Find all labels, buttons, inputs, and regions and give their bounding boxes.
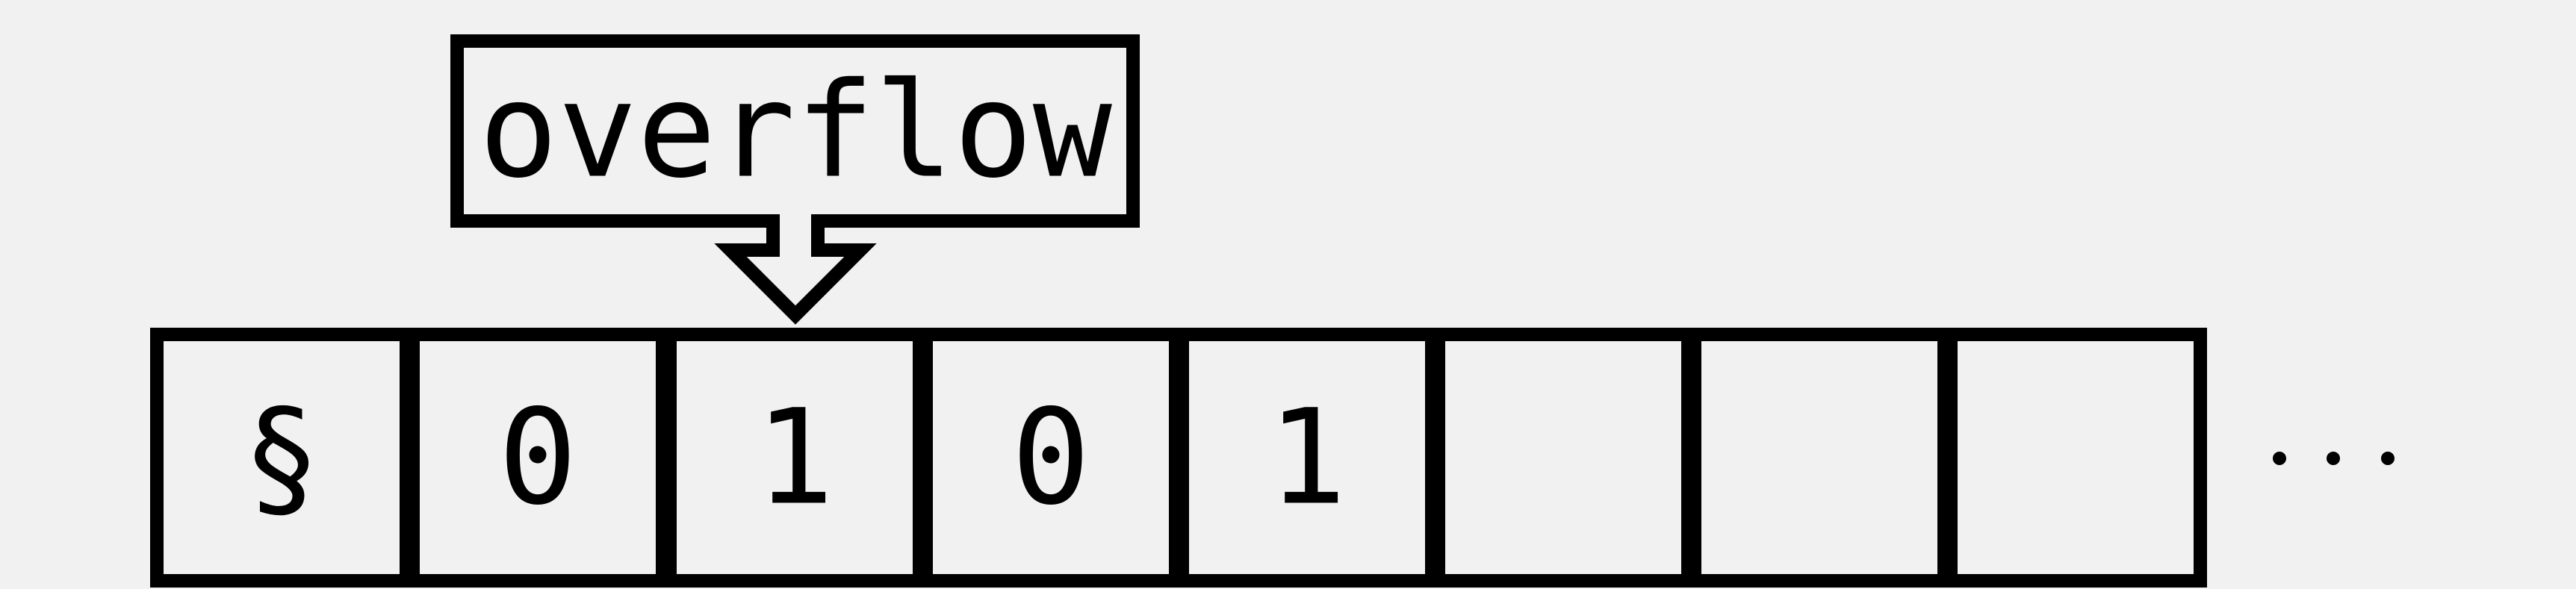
tape-cell-border bbox=[1944, 328, 2207, 588]
tape-cell-symbol: 1 bbox=[1267, 381, 1347, 535]
overflow-callout: overflow bbox=[450, 34, 1140, 325]
tape-cell: 0 bbox=[919, 328, 1182, 588]
tape: § 0 1 0 1 bbox=[150, 328, 2207, 588]
ellipsis-dot bbox=[2327, 452, 2340, 465]
tape-diagram: overflow § 0 1 0 1 bbox=[150, 34, 2395, 588]
ellipsis-dot bbox=[2273, 452, 2286, 465]
tape-cell: 1 bbox=[1176, 328, 1438, 588]
tape-cell: 0 bbox=[406, 328, 669, 588]
callout-label: overflow bbox=[479, 54, 1112, 208]
tape-continuation-ellipsis bbox=[2273, 452, 2395, 465]
tape-cell-border bbox=[1432, 328, 1695, 588]
tape-cell-symbol: 0 bbox=[498, 381, 577, 535]
tape-cell-symbol: § bbox=[242, 381, 321, 535]
tape-cell-symbol: 1 bbox=[755, 381, 834, 535]
tape-cell-border bbox=[1688, 328, 1951, 588]
tape-cell: 1 bbox=[663, 328, 926, 588]
tape-cell bbox=[1432, 328, 1695, 588]
tape-cell bbox=[1944, 328, 2207, 588]
tape-cell bbox=[1688, 328, 1951, 588]
ellipsis-dot bbox=[2381, 452, 2395, 465]
tape-cell-symbol: 0 bbox=[1011, 381, 1090, 535]
tape-cell: § bbox=[150, 328, 413, 588]
